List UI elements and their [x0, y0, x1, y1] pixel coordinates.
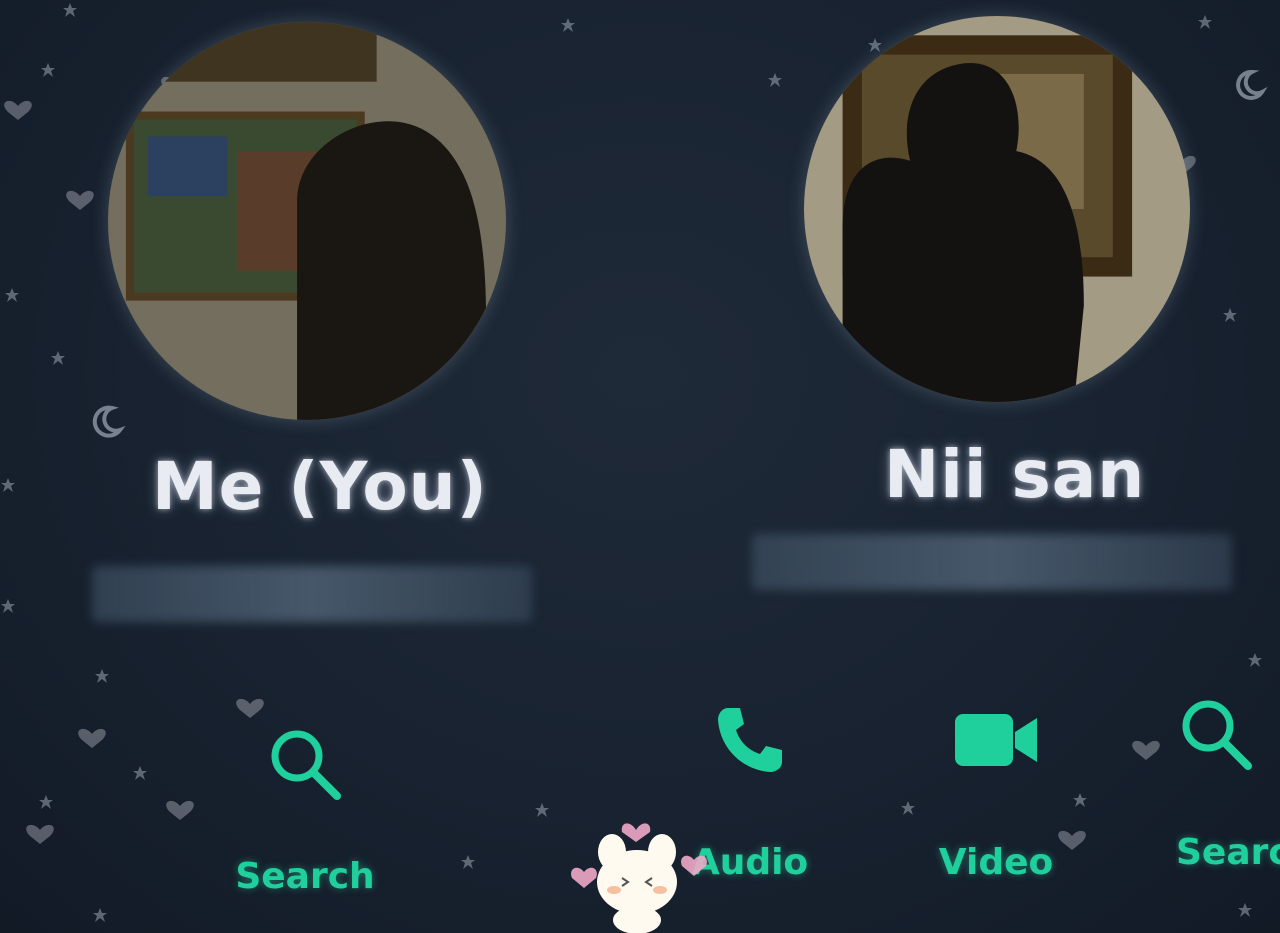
phone-icon	[718, 708, 782, 772]
video-camera-icon	[955, 714, 1037, 766]
contact-name-me: Me (You)	[152, 448, 488, 525]
contact-name-nii-san: Nii san	[884, 436, 1146, 513]
search-icon	[1182, 700, 1252, 770]
search-button-me[interactable]: Search	[230, 724, 380, 897]
video-call-button[interactable]: Video	[936, 700, 1056, 883]
bunny-sticker-icon	[571, 823, 707, 933]
blurred-phone-number-me	[92, 566, 532, 622]
gallery-photo-me	[108, 22, 506, 420]
search-label: Search	[235, 856, 375, 897]
search-label: Search	[1176, 832, 1280, 873]
avatar-nii-san	[804, 16, 1190, 402]
search-icon	[271, 730, 341, 800]
blurred-phone-number-nii-san	[752, 534, 1232, 590]
avatar-me	[108, 22, 506, 420]
video-label: Video	[938, 842, 1054, 883]
search-button-nii-san[interactable]: Search	[1176, 694, 1280, 873]
gallery-photo-nii-san	[804, 16, 1190, 402]
